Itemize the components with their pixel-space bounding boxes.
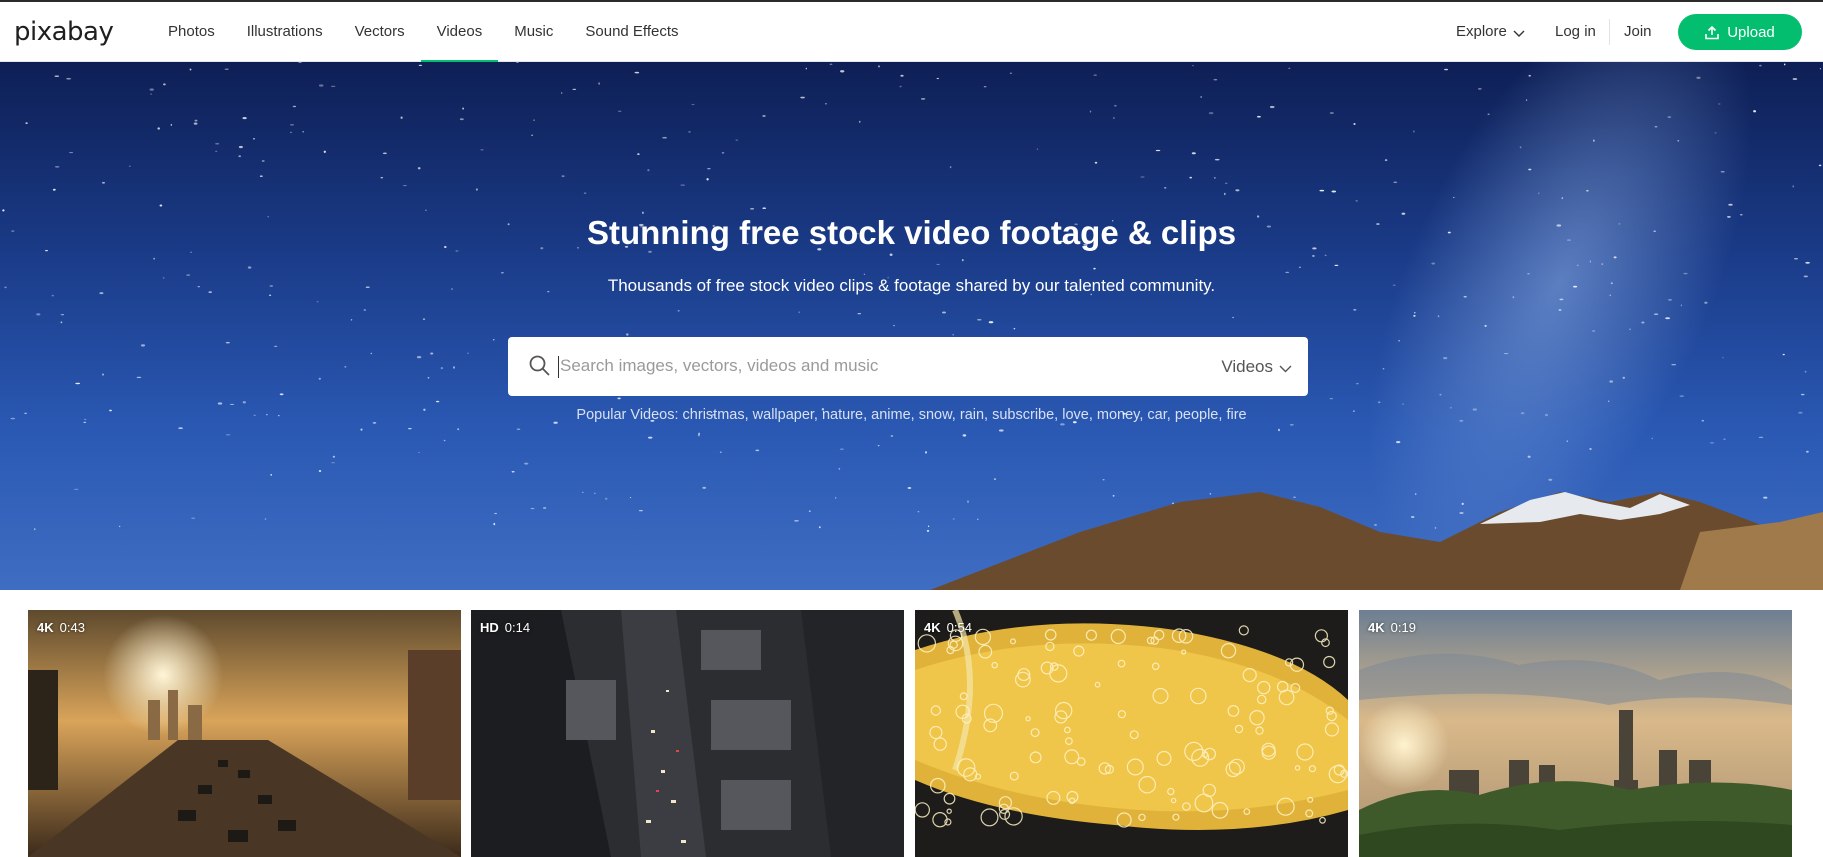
popular-searches: Popular Videos: christmas, wallpaper, na… bbox=[0, 407, 1823, 423]
night-sky-background bbox=[2, 62, 1823, 590]
popular-label: Popular Videos: bbox=[576, 407, 679, 423]
hero-banner: Stunning free stock video footage & clip… bbox=[0, 62, 1823, 590]
popular-tags: christmas, wallpaper, nature, anime, sno… bbox=[682, 407, 1247, 423]
video-duration: 0:54 bbox=[946, 620, 972, 635]
popular-tag[interactable]: nature bbox=[822, 407, 863, 423]
popular-tag[interactable]: love bbox=[1062, 407, 1089, 423]
video-grid: 4K 0:43 HD 0:14 4K 0:54 4K 0:19 bbox=[28, 610, 1795, 857]
popular-tag[interactable]: subscribe bbox=[992, 407, 1054, 423]
upload-button[interactable]: Upload bbox=[1678, 14, 1802, 50]
main-nav: Photos Illustrations Vectors Videos Musi… bbox=[152, 2, 695, 62]
text-caret bbox=[558, 356, 559, 378]
video-card[interactable]: 4K 0:43 bbox=[28, 610, 461, 857]
video-thumbnail-lemon-bubbles bbox=[915, 610, 1348, 857]
nav-divider bbox=[1609, 19, 1610, 45]
video-meta: 4K 0:54 bbox=[924, 620, 972, 635]
pixabay-logo[interactable]: pixabay bbox=[14, 17, 114, 47]
popular-tag[interactable]: rain bbox=[960, 407, 984, 423]
popular-tag[interactable]: car bbox=[1147, 407, 1166, 423]
video-thumbnail-skyline-dusk bbox=[1359, 610, 1792, 857]
nav-vectors[interactable]: Vectors bbox=[339, 2, 421, 62]
video-duration: 0:14 bbox=[504, 620, 531, 635]
popular-tag[interactable]: people bbox=[1175, 407, 1219, 423]
video-thumbnail-city-aerial bbox=[471, 610, 904, 857]
nav-illustrations[interactable]: Illustrations bbox=[231, 2, 339, 62]
explore-label: Explore bbox=[1456, 23, 1507, 40]
search-input[interactable] bbox=[558, 345, 1158, 387]
search-icon[interactable] bbox=[528, 354, 552, 378]
login-link[interactable]: Log in bbox=[1555, 2, 1596, 62]
search-bar: Videos bbox=[508, 337, 1308, 396]
video-duration: 0:43 bbox=[59, 620, 85, 635]
video-meta: 4K 0:43 bbox=[37, 620, 85, 635]
hero-subtitle: Thousands of free stock video clips & fo… bbox=[607, 276, 1216, 295]
upload-label: Upload bbox=[1727, 23, 1775, 41]
popular-tag[interactable]: wallpaper bbox=[753, 407, 814, 423]
explore-menu[interactable]: Explore bbox=[1456, 2, 1525, 62]
quality-badge: 4K bbox=[924, 620, 941, 635]
quality-badge: HD bbox=[480, 620, 499, 635]
chevron-down-icon bbox=[1513, 30, 1525, 37]
popular-tag[interactable]: money bbox=[1097, 407, 1139, 423]
search-type-select[interactable]: Videos bbox=[1221, 337, 1292, 396]
quality-badge: 4K bbox=[1368, 620, 1385, 635]
video-card[interactable]: 4K 0:19 bbox=[1359, 610, 1792, 857]
chevron-down-icon bbox=[1279, 365, 1292, 373]
video-card[interactable]: 4K 0:54 bbox=[915, 610, 1348, 857]
popular-tag[interactable]: anime bbox=[871, 407, 911, 423]
video-duration: 0:19 bbox=[1390, 620, 1416, 635]
hero-title: Stunning free stock video footage & clip… bbox=[586, 214, 1237, 251]
quality-badge: 4K bbox=[37, 620, 54, 635]
search-type-label: Videos bbox=[1221, 357, 1273, 376]
nav-music[interactable]: Music bbox=[498, 2, 569, 62]
popular-tag[interactable]: fire bbox=[1226, 407, 1246, 423]
popular-tag[interactable]: christmas bbox=[683, 407, 745, 423]
site-header: pixabay Photos Illustrations Vectors Vid… bbox=[0, 2, 1823, 62]
video-thumbnail-highway-sunset bbox=[28, 610, 461, 857]
nav-sound-effects[interactable]: Sound Effects bbox=[569, 2, 694, 62]
video-meta: HD 0:14 bbox=[480, 620, 530, 635]
nav-photos[interactable]: Photos bbox=[152, 2, 231, 62]
nav-videos[interactable]: Videos bbox=[420, 2, 499, 62]
upload-icon bbox=[1705, 25, 1720, 39]
video-meta: 4K 0:19 bbox=[1368, 620, 1416, 635]
popular-tag[interactable]: snow bbox=[919, 407, 952, 423]
video-card[interactable]: HD 0:14 bbox=[471, 610, 904, 857]
join-link[interactable]: Join bbox=[1624, 2, 1652, 62]
